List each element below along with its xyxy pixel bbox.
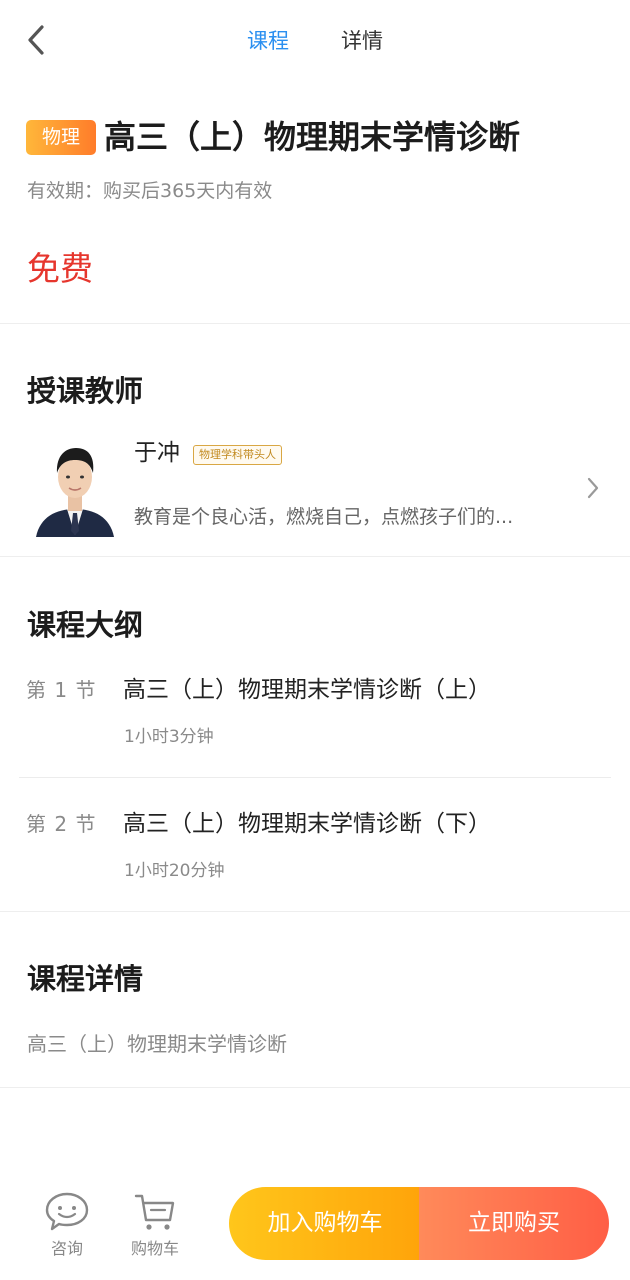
course-title: 高三（上）物理期末学情诊断 [104,118,521,156]
lesson-duration: 1小时20分钟 [124,861,225,881]
cart-label: 购物车 [130,1239,179,1258]
teacher-title-badge: 物理学科带头人 [193,445,282,465]
price-label: 免费 [27,249,93,288]
lesson-title: 高三（上）物理期末学情诊断（下） [123,811,491,837]
cart-button[interactable]: 购物车 [120,1188,190,1268]
lesson-item[interactable]: 第 2 节 高三（上）物理期末学情诊断（下） 1小时20分钟 [0,792,630,926]
course-info-section: 物理 高三（上）物理期末学情诊断 有效期：购买后365天内有效 免费 [0,82,630,324]
teacher-section-heading: 授课教师 [27,374,144,408]
teacher-section: 授课教师 于冲 物理学科带头人 教育是个良心活，燃烧自己，点燃孩子们的... [0,325,630,557]
course-outline-section: 课程大纲 第 1 节 高三（上）物理期末学情诊断（上） 1小时3分钟 第 2 节… [0,558,630,912]
lesson-number: 第 2 节 [26,812,97,836]
tab-course[interactable]: 课程 [247,26,289,56]
subject-tag: 物理 [26,120,96,155]
buy-now-button[interactable]: 立即购买 [419,1187,609,1260]
lesson-number: 第 1 节 [26,678,97,702]
teacher-card[interactable]: 于冲 物理学科带头人 教育是个良心活，燃烧自己，点燃孩子们的... [0,425,630,545]
chevron-right-icon [587,477,599,499]
validity-text: 有效期：购买后365天内有效 [27,180,273,202]
lesson-duration: 1小时3分钟 [124,727,214,747]
lesson-title: 高三（上）物理期末学情诊断（上） [123,677,491,703]
details-text: 高三（上）物理期末学情诊断 [27,1032,287,1056]
shopping-cart-icon [134,1194,175,1230]
consult-button[interactable]: 咨询 [32,1188,102,1268]
teacher-avatar [36,448,114,537]
add-to-cart-button[interactable]: 加入购物车 [229,1187,421,1260]
course-details-section: 课程详情 高三（上）物理期末学情诊断 [0,913,630,1088]
details-heading: 课程详情 [27,962,144,996]
chat-bubble-icon [45,1192,89,1231]
teacher-name: 于冲 [134,440,180,466]
outline-heading: 课程大纲 [27,608,144,642]
divider [19,777,611,778]
tab-details[interactable]: 详情 [341,26,383,56]
teacher-motto: 教育是个良心活，燃烧自己，点燃孩子们的... [134,506,514,528]
chevron-left-icon [28,25,44,55]
bottom-action-bar: 咨询 购物车 加入购物车 立即购买 [0,1170,630,1280]
back-button[interactable] [20,20,56,60]
top-nav-bar: 课程 详情 [0,0,630,82]
lesson-item[interactable]: 第 1 节 高三（上）物理期末学情诊断（上） 1小时3分钟 [0,658,630,792]
consult-label: 咨询 [50,1239,83,1258]
